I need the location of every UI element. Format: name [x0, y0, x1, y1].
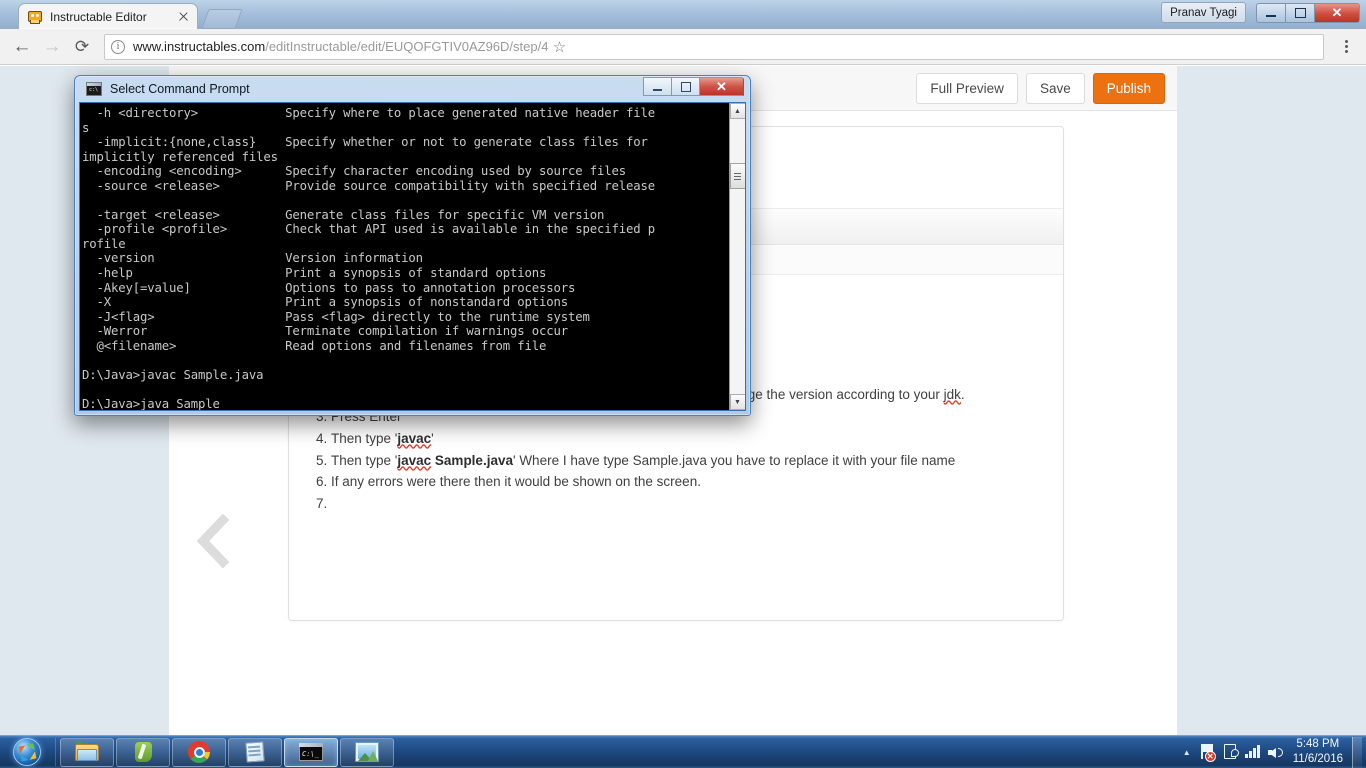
- list-item: Then type 'javac': [331, 429, 1049, 450]
- show-hidden-icons-icon[interactable]: ▲: [1178, 748, 1196, 757]
- list-item: [331, 494, 1049, 515]
- url-host: www.instructables.com: [133, 39, 266, 54]
- windows-logo-icon: [13, 738, 41, 766]
- window-caption-controls: Pranav Tyagi ✕: [1161, 2, 1360, 23]
- notepad-icon: [242, 740, 268, 764]
- reload-icon[interactable]: ⟳: [68, 33, 96, 61]
- url-path: /editInstructable/edit/EUQOFGTIV0AZ96D/s…: [265, 39, 549, 54]
- window-close-button[interactable]: ✕: [1314, 2, 1360, 23]
- profile-button[interactable]: Pranav Tyagi: [1161, 2, 1246, 23]
- taskbar-item-windows-explorer[interactable]: [60, 737, 114, 767]
- publish-button[interactable]: Publish: [1092, 72, 1165, 104]
- scroll-down-icon[interactable]: ▼: [729, 394, 745, 410]
- cmd-window-controls: ✕: [643, 77, 744, 96]
- url-text: www.instructables.com/editInstructable/e…: [133, 39, 548, 54]
- window-minimize-button[interactable]: [1256, 2, 1285, 23]
- li5-command: javac: [397, 452, 432, 468]
- taskbar-divider: [55, 738, 56, 766]
- li6-text: If any errors were there then it would b…: [331, 474, 701, 490]
- forward-icon[interactable]: →: [38, 33, 66, 61]
- signal-strength-icon[interactable]: [1243, 741, 1264, 763]
- full-preview-button[interactable]: Full Preview: [916, 72, 1018, 104]
- tab-strip: Instructable Editor Pranav Tyagi ✕: [0, 0, 1366, 29]
- cmd-output-before: -h <directory> Specify where to place ge…: [82, 106, 656, 410]
- li5-text-b: ' Where I have type Sample.java you have…: [512, 452, 956, 468]
- network-error-badge: ✕: [1204, 751, 1216, 762]
- windows-taskbar: C:\_ ▲ ✕ 5:48 PM 11/6/2016: [0, 735, 1366, 768]
- li5-filename: Sample.java: [431, 452, 513, 468]
- li2-text-c: .: [960, 386, 965, 402]
- evernote-icon: [130, 740, 156, 764]
- li4-text-a: Then type ': [331, 430, 398, 446]
- back-icon[interactable]: ←: [8, 33, 36, 61]
- show-desktop-button[interactable]: [1352, 736, 1362, 768]
- taskbar-item-evernote[interactable]: [116, 737, 170, 767]
- list-item: Then type 'javac Sample.java' Where I ha…: [331, 451, 1049, 472]
- cmd-console-screen[interactable]: -h <directory> Specify where to place ge…: [79, 102, 746, 411]
- console-icon: [86, 82, 102, 96]
- address-bar[interactable]: i www.instructables.com/editInstructable…: [104, 33, 1324, 60]
- command-prompt-icon: C:\_: [298, 740, 324, 764]
- browser-toolbar: ← → ⟳ i www.instructables.com/editInstru…: [0, 29, 1366, 65]
- new-tab-button[interactable]: [201, 9, 243, 29]
- chrome-menu-icon[interactable]: [1334, 40, 1358, 53]
- li2-spell-2: jdk: [943, 386, 961, 402]
- site-info-icon[interactable]: i: [111, 39, 125, 54]
- network-status-icon[interactable]: ✕: [1197, 741, 1218, 763]
- list-item: If any errors were there then it would b…: [331, 472, 1049, 493]
- taskbar-item-command-prompt[interactable]: C:\_: [284, 737, 338, 767]
- cmd-close-button[interactable]: ✕: [699, 77, 744, 96]
- volume-icon[interactable]: [1266, 741, 1287, 763]
- taskbar-clock[interactable]: 5:48 PM 11/6/2016: [1288, 737, 1350, 767]
- cmd-scroll-track[interactable]: [729, 119, 745, 394]
- taskbar-item-photo-viewer[interactable]: [340, 737, 394, 767]
- close-tab-icon[interactable]: [176, 9, 191, 24]
- save-button[interactable]: Save: [1025, 72, 1085, 104]
- cmd-minimize-button[interactable]: [643, 77, 671, 96]
- start-button[interactable]: [2, 737, 52, 768]
- li4-command: javac: [397, 430, 432, 446]
- profile-name: Pranav Tyagi: [1170, 6, 1237, 19]
- browser-tab[interactable]: Instructable Editor: [18, 3, 198, 29]
- li5-text-a: Then type ': [331, 452, 398, 468]
- previous-step-arrow-icon[interactable]: [196, 514, 232, 568]
- taskbar-item-notepad[interactable]: [228, 737, 282, 767]
- system-tray: ▲ ✕ 5:48 PM 11/6/2016: [1178, 736, 1366, 768]
- clock-date: 11/6/2016: [1292, 753, 1343, 765]
- command-prompt-window[interactable]: Select Command Prompt ✕ -h <directory> S…: [74, 75, 751, 416]
- tab-title: Instructable Editor: [50, 9, 147, 24]
- window-maximize-button[interactable]: [1285, 2, 1314, 23]
- cmd-scroll-thumb[interactable]: [729, 163, 745, 189]
- cmd-console-output: -h <directory> Specify where to place ge…: [80, 103, 729, 410]
- cmd-maximize-button[interactable]: [671, 77, 699, 96]
- clock-time: 5:48 PM: [1296, 738, 1340, 750]
- li4-text-b: ': [431, 430, 434, 446]
- folder-icon: [74, 740, 100, 764]
- taskbar-item-google-chrome[interactable]: [172, 737, 226, 767]
- bookmark-star-icon[interactable]: ☆: [548, 38, 570, 56]
- scroll-up-icon[interactable]: ▲: [729, 103, 745, 119]
- chrome-icon: [186, 740, 212, 764]
- action-center-icon[interactable]: [1220, 741, 1241, 763]
- cmd-title-bar[interactable]: Select Command Prompt ✕: [79, 76, 746, 102]
- photo-viewer-icon: [354, 740, 380, 764]
- cmd-window-title: Select Command Prompt: [110, 82, 250, 96]
- instructables-robot-icon: [27, 9, 43, 25]
- cmd-scrollbar[interactable]: ▲ ▼: [729, 103, 745, 410]
